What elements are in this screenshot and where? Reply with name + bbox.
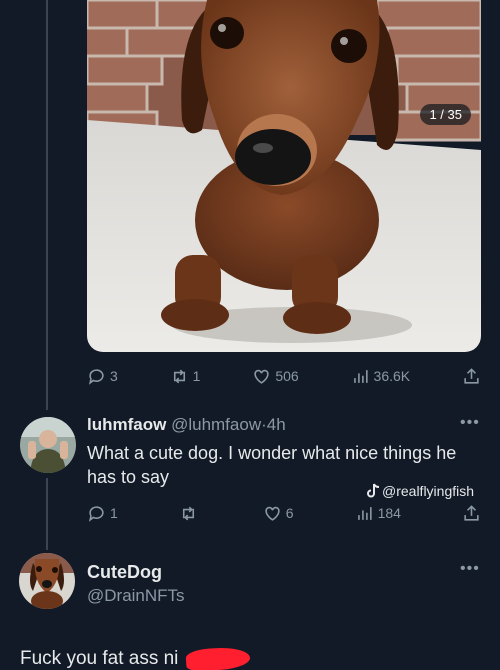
censor-scribble	[185, 645, 251, 670]
retweet-count: 1	[192, 368, 201, 384]
heart-icon	[254, 369, 269, 384]
like-count: 506	[275, 368, 299, 384]
post-photo[interactable]: 1 / 35	[87, 0, 481, 352]
reply-button[interactable]: 1	[87, 504, 118, 523]
more-dots-icon[interactable]: •••	[460, 414, 480, 432]
comment-icon	[88, 368, 104, 385]
more-dots-icon[interactable]: •••	[460, 560, 480, 578]
display-name[interactable]: CuteDog	[87, 562, 185, 583]
like-button[interactable]: 6	[263, 504, 294, 523]
user-handle[interactable]: @luhmfaow	[171, 415, 261, 434]
user-handle[interactable]: @DrainNFTs	[87, 586, 185, 606]
tiktok-watermark: @realflyingfish	[366, 483, 474, 499]
reply-button[interactable]: 3	[87, 367, 118, 386]
avatar[interactable]	[19, 553, 75, 609]
image-counter-badge: 1 / 35	[420, 104, 471, 125]
retweet-icon	[182, 506, 194, 520]
dachshund-photo	[87, 0, 481, 352]
like-button[interactable]: 506	[252, 367, 299, 386]
display-name[interactable]: luhmfaow	[87, 415, 166, 434]
views-button[interactable]: 184	[355, 504, 401, 523]
retweet-button[interactable]	[179, 504, 202, 523]
thread-line	[46, 0, 48, 410]
timestamp[interactable]: 4h	[267, 415, 286, 434]
bar-chart-icon	[353, 369, 368, 383]
user-photo-icon	[20, 417, 76, 473]
tiktok-icon	[367, 483, 380, 498]
reply-action-bar: 1 6 184	[87, 501, 481, 525]
bar-chart-icon	[357, 506, 372, 520]
share-button[interactable]	[462, 504, 481, 523]
retweet-button[interactable]: 1	[170, 367, 201, 386]
dog-avatar-icon	[19, 553, 75, 609]
retweet-icon	[173, 369, 185, 383]
comment-icon	[88, 505, 104, 522]
view-count: 184	[377, 505, 401, 521]
views-button[interactable]: 36.6K	[351, 367, 411, 386]
post-action-bar: 3 1 506 36.6K	[87, 364, 481, 388]
reply-header: luhmfaow @luhmfaow·4h	[87, 415, 286, 435]
view-count: 36.6K	[373, 368, 411, 384]
reply2-header: CuteDog @DrainNFTs	[87, 562, 185, 606]
share-icon	[464, 367, 479, 384]
share-icon	[464, 504, 479, 521]
reply-text: Fuck you fat ass ni	[20, 648, 179, 669]
heart-icon	[265, 506, 280, 521]
reply-count: 1	[110, 505, 118, 521]
reply-text: What a cute dog. I wonder what nice thin…	[87, 443, 457, 487]
avatar[interactable]	[20, 417, 76, 473]
watermark-text: @realflyingfish	[382, 483, 475, 499]
share-button[interactable]	[462, 367, 481, 386]
thread-line	[46, 478, 48, 550]
reply-count: 3	[110, 368, 118, 384]
like-count: 6	[285, 505, 294, 521]
